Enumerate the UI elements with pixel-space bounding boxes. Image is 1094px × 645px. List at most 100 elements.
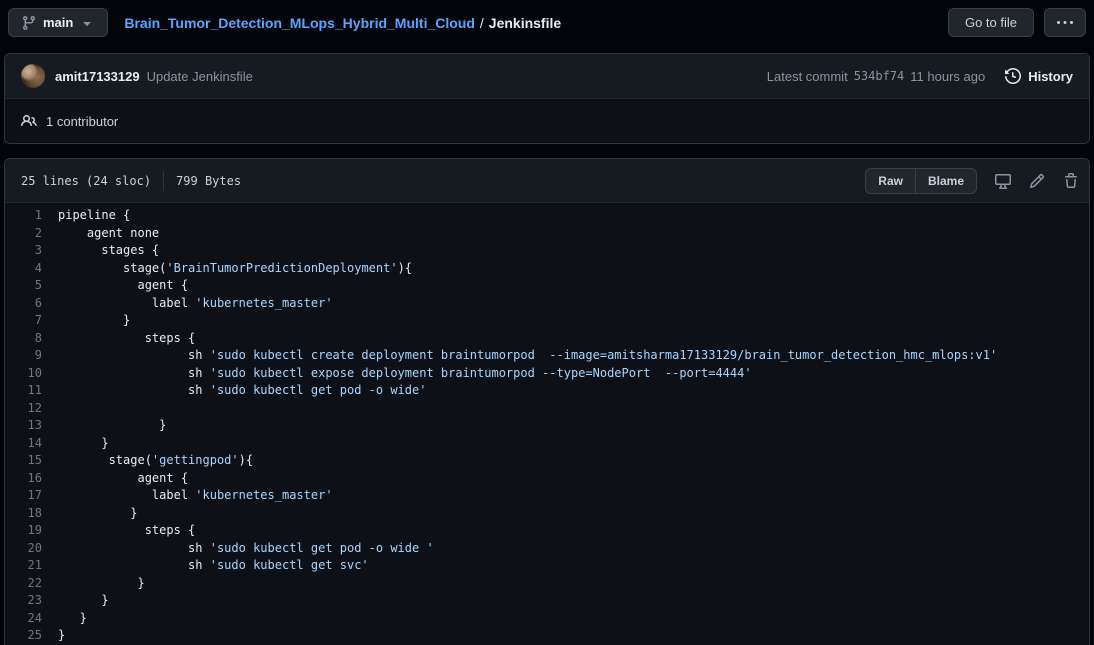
line-number[interactable]: 17 — [5, 487, 42, 505]
line-content: sh 'sudo kubectl get pod -o wide' — [42, 382, 426, 400]
commit-time: 11 hours ago — [910, 68, 986, 84]
line-number[interactable]: 20 — [5, 540, 42, 558]
code-line: 3 stages { — [5, 242, 1089, 260]
breadcrumb-repo-link[interactable]: Brain_Tumor_Detection_MLops_Hybrid_Multi… — [124, 15, 475, 31]
raw-button[interactable]: Raw — [866, 169, 915, 193]
chevron-down-icon — [79, 15, 95, 31]
line-number[interactable]: 25 — [5, 627, 42, 645]
line-number[interactable]: 11 — [5, 382, 42, 400]
code-string-segment: 'sudo kubectl get svc' — [209, 558, 369, 572]
line-content: } — [42, 610, 87, 628]
line-number[interactable]: 4 — [5, 260, 42, 278]
code-text-segment: label — [58, 488, 196, 502]
code-string-segment: 'sudo kubectl create deployment braintum… — [209, 348, 998, 362]
line-number[interactable]: 2 — [5, 225, 42, 243]
code-text-segment: } — [58, 435, 109, 450]
code-line: 2 agent none — [5, 225, 1089, 243]
line-number[interactable]: 13 — [5, 417, 42, 435]
code-line: 23 } — [5, 592, 1089, 610]
file-nav-bar: main Brain_Tumor_Detection_MLops_Hybrid_… — [0, 0, 1094, 45]
line-number[interactable]: 21 — [5, 557, 42, 575]
line-number[interactable]: 23 — [5, 592, 42, 610]
commit-author-link[interactable]: amit17133129 — [55, 69, 140, 84]
code-string-segment: 'kubernetes_master' — [195, 295, 333, 310]
code-line: 4 stage('BrainTumorPredictionDeployment'… — [5, 260, 1089, 278]
commit-sha-link[interactable]: 534bf74 — [854, 69, 905, 83]
line-number[interactable]: 16 — [5, 470, 42, 488]
file-content-box: 25 lines (24 sloc) 799 Bytes Raw Blame 1… — [4, 158, 1090, 645]
code-view: 1 pipeline {2 agent none 3 stages {4 stage… — [5, 203, 1089, 645]
line-number[interactable]: 24 — [5, 610, 42, 628]
line-content — [42, 400, 58, 418]
code-string-segment: 'sudo kubectl get pod -o wide' — [209, 383, 427, 397]
line-content: sh 'sudo kubectl create deployment brain… — [42, 347, 997, 365]
code-text-segment: stage( — [58, 260, 167, 275]
line-number[interactable]: 12 — [5, 400, 42, 418]
breadcrumb: Brain_Tumor_Detection_MLops_Hybrid_Multi… — [124, 15, 561, 31]
latest-commit-bar: amit17133129 Update Jenkinsfile Latest c… — [5, 54, 1089, 99]
contributors-row[interactable]: 1 contributor — [5, 99, 1089, 143]
history-label: History — [1028, 68, 1073, 84]
code-line: 5 agent { — [5, 277, 1089, 295]
line-number[interactable]: 15 — [5, 452, 42, 470]
commit-meta: Latest commit 534bf74 11 hours ago Histo… — [767, 68, 1073, 84]
line-number[interactable]: 8 — [5, 330, 42, 348]
line-number[interactable]: 3 — [5, 242, 42, 260]
line-content: agent { — [42, 470, 188, 488]
pencil-icon[interactable] — [1029, 173, 1045, 189]
code-string-segment: 'BrainTumorPredictionDeployment' — [166, 260, 398, 275]
code-line: 24 } — [5, 610, 1089, 628]
line-content: sh 'sudo kubectl get svc' — [42, 557, 369, 575]
code-text-segment: } — [58, 418, 167, 432]
file-lines-info: 25 lines (24 sloc) — [21, 173, 152, 188]
branch-selector-button[interactable]: main — [8, 8, 109, 37]
history-link[interactable]: History — [1005, 68, 1073, 84]
code-line: 7 } — [5, 312, 1089, 330]
history-clock-icon — [1005, 68, 1022, 84]
code-text-segment: sh — [58, 383, 210, 397]
line-number[interactable]: 10 — [5, 365, 42, 383]
line-content: stages { — [42, 242, 159, 260]
code-text-segment: ){ — [397, 260, 413, 275]
trash-icon[interactable] — [1063, 172, 1079, 189]
breadcrumb-separator: / — [479, 14, 484, 31]
file-meta: 25 lines (24 sloc) 799 Bytes — [21, 170, 241, 191]
line-content: agent { — [42, 277, 188, 295]
code-line: 15 stage('gettingpod'){ — [5, 452, 1089, 470]
go-to-file-button[interactable]: Go to file — [947, 8, 1034, 37]
author-avatar[interactable] — [21, 64, 45, 88]
line-content: stage('BrainTumorPredictionDeployment'){ — [42, 260, 412, 278]
code-text-segment: } — [58, 313, 131, 327]
code-text-segment: agent { — [58, 470, 189, 485]
line-number[interactable]: 9 — [5, 347, 42, 365]
line-number[interactable]: 6 — [5, 295, 42, 313]
people-icon — [21, 113, 37, 129]
code-text-segment: sh — [58, 558, 210, 572]
code-line: 11 sh 'sudo kubectl get pod -o wide' — [5, 382, 1089, 400]
code-line: 17 label 'kubernetes_master' — [5, 487, 1089, 505]
commit-info-box: amit17133129 Update Jenkinsfile Latest c… — [4, 53, 1090, 144]
kebab-horizontal-icon — [1057, 15, 1073, 31]
line-content: steps { — [42, 330, 196, 348]
line-number[interactable]: 14 — [5, 435, 42, 453]
code-text-segment: agent { — [58, 278, 189, 292]
code-line: 12 — [5, 400, 1089, 418]
line-content: } — [42, 575, 144, 593]
line-number[interactable]: 1 — [5, 207, 42, 225]
blame-button[interactable]: Blame — [914, 168, 976, 193]
device-desktop-icon[interactable] — [995, 173, 1011, 189]
breadcrumb-file-name: Jenkinsfile — [488, 14, 562, 31]
commit-message-link[interactable]: Update Jenkinsfile — [147, 69, 253, 84]
line-number[interactable]: 19 — [5, 522, 42, 540]
line-number[interactable]: 5 — [5, 277, 42, 295]
line-number[interactable]: 18 — [5, 505, 42, 523]
code-text-segment: stages { — [58, 243, 160, 257]
code-text-segment: } — [58, 628, 66, 642]
line-content: } — [42, 627, 65, 645]
more-options-button[interactable] — [1044, 8, 1086, 37]
line-number[interactable]: 22 — [5, 575, 42, 593]
code-text-segment: ){ — [238, 453, 254, 467]
line-number[interactable]: 7 — [5, 312, 42, 330]
code-line: 20 sh 'sudo kubectl get pod -o wide ' — [5, 540, 1089, 558]
line-content: agent none — [42, 225, 159, 243]
